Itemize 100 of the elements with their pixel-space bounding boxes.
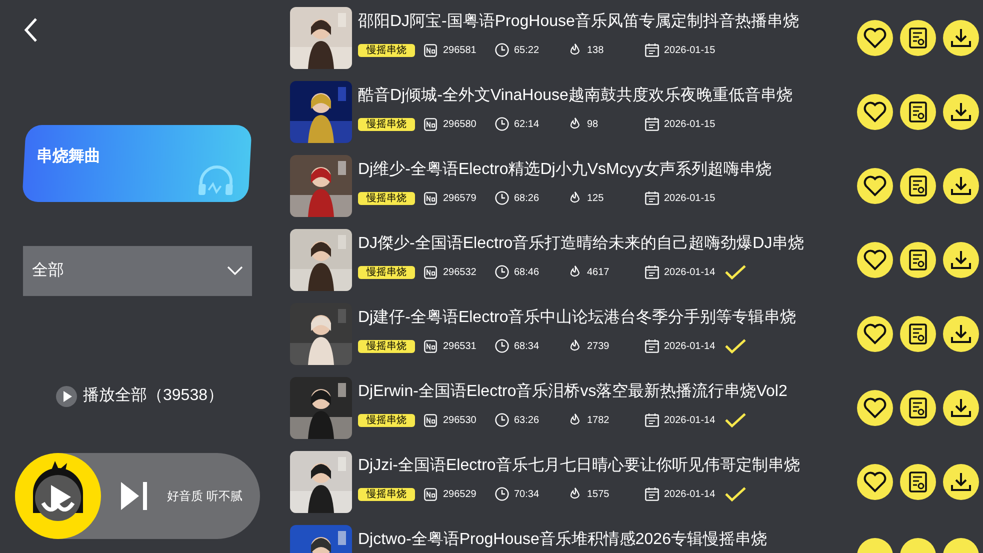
heart-icon	[863, 27, 887, 49]
music-document-icon	[908, 249, 928, 271]
heart-icon	[863, 323, 887, 345]
calendar-icon	[645, 339, 659, 353]
chevron-down-icon	[227, 266, 243, 276]
heart-icon	[863, 101, 887, 123]
music-document-icon	[908, 471, 928, 493]
download-button[interactable]	[943, 390, 979, 426]
clock-icon	[495, 339, 509, 353]
category-tag: 慢摇串烧	[358, 118, 415, 130]
download-button[interactable]	[943, 464, 979, 500]
track-title[interactable]: 酷音Dj倾城-全外文VinaHouse越南鼓共度欢乐夜晚重低音串烧	[358, 86, 848, 106]
track-title[interactable]: 邵阳DJ阿宝-国粤语ProgHouse音乐风笛专属定制抖音热播串烧	[358, 12, 848, 32]
favorite-button[interactable]	[857, 316, 893, 352]
track-number: 296532	[443, 266, 478, 280]
category-tag: 慢摇串烧	[358, 488, 415, 500]
release-date: 2026-01-14	[664, 340, 716, 354]
download-icon	[950, 323, 972, 345]
filter-dropdown[interactable]: 全部	[23, 246, 252, 296]
play-all-button[interactable]: 播放全部（39538）	[56, 384, 224, 408]
duration: 62:14	[514, 118, 540, 132]
calendar-icon	[645, 487, 659, 501]
play-count: 125	[587, 192, 605, 206]
calendar-icon	[645, 265, 659, 279]
music-document-icon	[908, 323, 928, 345]
download-button[interactable]	[943, 168, 979, 204]
duration: 65:22	[514, 44, 540, 58]
download-button[interactable]	[943, 242, 979, 278]
track-number: 296580	[443, 118, 478, 132]
clock-icon	[495, 191, 509, 205]
download-button[interactable]	[943, 316, 979, 352]
app-logo[interactable]	[15, 453, 101, 539]
play-count: 2739	[587, 340, 610, 354]
heart-icon	[863, 471, 887, 493]
clock-icon	[495, 413, 509, 427]
favorite-button[interactable]	[857, 94, 893, 130]
download-icon	[950, 249, 972, 271]
duration: 70:34	[514, 488, 540, 502]
favorite-button[interactable]	[857, 20, 893, 56]
track-number: 296530	[443, 414, 478, 428]
favorite-button[interactable]	[857, 390, 893, 426]
music-document-icon	[908, 397, 928, 419]
flame-icon	[569, 265, 581, 279]
download-icon	[950, 397, 972, 419]
download-icon	[950, 27, 972, 49]
slogan: 好音质 听不腻	[167, 488, 242, 505]
download-button[interactable]	[943, 20, 979, 56]
playlist-button[interactable]	[900, 168, 936, 204]
favorite-button[interactable]	[857, 168, 893, 204]
favorite-button[interactable]	[857, 242, 893, 278]
play-count: 98	[587, 118, 600, 132]
release-date: 2026-01-15	[664, 192, 716, 206]
play-icon	[56, 386, 77, 406]
favorite-button[interactable]	[857, 464, 893, 500]
category-tag: 慢摇串烧	[358, 192, 415, 204]
music-document-icon	[908, 101, 928, 123]
number-icon	[424, 266, 437, 278]
clock-icon	[495, 487, 509, 501]
playlist-button[interactable]	[900, 464, 936, 500]
duration: 63:26	[514, 414, 540, 428]
category-card[interactable]: 串烧舞曲	[22, 125, 252, 202]
playlist-button[interactable]	[900, 20, 936, 56]
music-document-icon	[908, 175, 928, 197]
number-icon	[424, 118, 437, 130]
play-count: 4617	[587, 266, 610, 280]
category-title: 串烧舞曲	[36, 146, 100, 167]
track-number: 296581	[443, 44, 478, 58]
playlist-button[interactable]	[900, 94, 936, 130]
track-title[interactable]: DjErwin-全国语Electro音乐泪桥vs落空最新热播流行串烧Vol2	[358, 382, 848, 402]
category-tag: 慢摇串烧	[358, 44, 415, 56]
duration: 68:26	[514, 192, 540, 206]
track-number: 296529	[443, 488, 478, 502]
play-count: 138	[587, 44, 605, 58]
number-icon	[424, 44, 437, 56]
track-title[interactable]: DJ傑少-全国语Electro音乐打造晴给未来的自己超嗨劲爆DJ串烧	[358, 234, 848, 254]
playlist-button[interactable]	[900, 390, 936, 426]
heart-icon	[863, 249, 887, 271]
flame-icon	[569, 339, 581, 353]
track-title[interactable]: Dj建仔-全粤语Electro音乐中山论坛港台冬季分手别等专辑串烧	[358, 308, 848, 328]
track-title[interactable]: Dj维少-全粤语Electro精选Dj小九VsMcyy女声系列超嗨串烧	[358, 160, 848, 180]
heart-icon	[863, 397, 887, 419]
number-icon	[424, 488, 437, 500]
category-tag: 慢摇串烧	[358, 414, 415, 426]
back-icon[interactable]	[22, 17, 40, 43]
music-document-icon	[908, 27, 928, 49]
calendar-icon	[645, 117, 659, 131]
track-title[interactable]: Djctwo-全粤语ProgHouse音乐堆积情感2026专辑慢摇串烧	[358, 530, 848, 550]
track-number: 296531	[443, 340, 478, 354]
download-icon	[950, 175, 972, 197]
track-number: 296579	[443, 192, 478, 206]
number-icon	[424, 340, 437, 352]
skip-next-icon[interactable]	[119, 480, 149, 512]
release-date: 2026-01-15	[664, 118, 716, 132]
playlist-button[interactable]	[900, 242, 936, 278]
download-button[interactable]	[943, 94, 979, 130]
number-icon	[424, 414, 437, 426]
playlist-button[interactable]	[900, 316, 936, 352]
release-date: 2026-01-14	[664, 266, 716, 280]
track-title[interactable]: DjJzi-全国语Electro音乐七月七日晴心要让你听见伟哥定制串烧	[358, 456, 848, 476]
flame-icon	[569, 117, 581, 131]
